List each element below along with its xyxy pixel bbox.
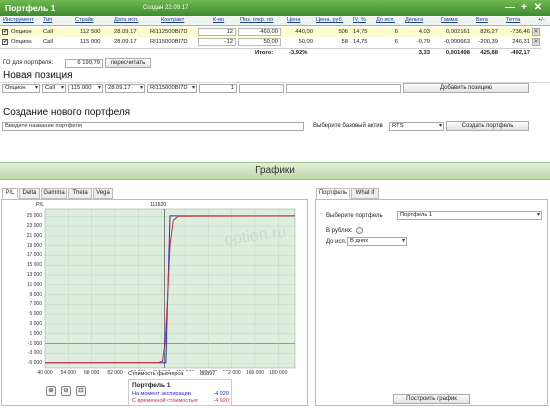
cell-price-rub: 58 bbox=[341, 39, 348, 45]
totals-vega: 425,88 bbox=[480, 50, 498, 56]
zoom-reset-icon[interactable]: ⊡ bbox=[76, 386, 86, 396]
legend-series-1: На момент экспирации bbox=[132, 391, 191, 397]
cell-gamma: -0,000663 bbox=[443, 39, 470, 45]
y-tick-label: 11 000 bbox=[27, 281, 42, 288]
y-tick-label: 5 000 bbox=[29, 311, 42, 318]
add-button[interactable]: + bbox=[518, 2, 530, 14]
col-price-rub[interactable]: Цена, руб. bbox=[316, 17, 344, 26]
legend-series-2: С временной стоимостью bbox=[132, 398, 198, 404]
rub-toggle[interactable] bbox=[356, 227, 363, 234]
cell-theta: 246,31 bbox=[512, 39, 530, 45]
expand-toggle[interactable]: +/- bbox=[538, 17, 545, 26]
y-tick-label: 21 000 bbox=[26, 232, 42, 239]
cell-delta: 4,03 bbox=[418, 29, 430, 35]
portfolio-select-label: Выберите портфель bbox=[326, 213, 383, 219]
tab-what-if[interactable]: What if bbox=[351, 188, 379, 199]
cell-days: 6 bbox=[394, 29, 398, 35]
delete-row-icon[interactable]: ✕ bbox=[532, 38, 540, 46]
base-asset-select[interactable]: RTS bbox=[389, 122, 444, 131]
col-theta[interactable]: Тетта bbox=[506, 17, 521, 26]
close-button[interactable]: ✕ bbox=[532, 2, 544, 14]
cell-vega: 826,27 bbox=[480, 29, 498, 35]
y-tick-label: -5 000 bbox=[27, 360, 42, 367]
x-tick-label: 166 000 bbox=[245, 370, 265, 376]
y-tick-label: 1 000 bbox=[29, 330, 42, 337]
cell-days: 6 bbox=[394, 39, 398, 45]
legend-value-2: -4 920 bbox=[213, 398, 229, 404]
y-tick-label: -3 000 bbox=[27, 350, 42, 357]
col-days[interactable]: До исп. bbox=[376, 17, 396, 26]
zoom-out-icon[interactable]: ⊖ bbox=[61, 386, 71, 396]
y-tick-label: 19 000 bbox=[26, 242, 42, 249]
portfolio-select[interactable]: Портфель 1 bbox=[397, 211, 542, 220]
cell-delta: -0,70 bbox=[416, 39, 430, 45]
cell-iv: 14,75 bbox=[353, 29, 368, 35]
cell-vega: -200,39 bbox=[478, 39, 498, 45]
x-tick-label: 40 000 bbox=[37, 370, 53, 376]
totals-delta: 3,33 bbox=[418, 50, 430, 56]
legend-value-1: -4 920 bbox=[213, 391, 229, 397]
col-vega[interactable]: Вега bbox=[476, 17, 488, 26]
rub-label: В рублях: bbox=[326, 228, 353, 234]
x-tick-label: 54 000 bbox=[60, 370, 76, 376]
pl-chart[interactable]: option.ru bbox=[0, 0, 310, 408]
chart-legend: Портфель 1 На момент экспирации -4 920 С… bbox=[128, 379, 232, 406]
y-tick-label: 25 000 bbox=[26, 213, 42, 220]
tab-portfolio[interactable]: Портфель bbox=[316, 188, 350, 199]
cell-theta: -736,46 bbox=[510, 29, 530, 35]
build-chart-button[interactable]: Построить график bbox=[393, 394, 470, 404]
create-portfolio-button[interactable]: Создать портфель bbox=[446, 121, 529, 131]
y-tick-label: 23 000 bbox=[26, 223, 42, 230]
col-iv[interactable]: IV, % bbox=[353, 17, 366, 26]
x-tick-label: 68 000 bbox=[84, 370, 100, 376]
x-tick-label: 82 000 bbox=[107, 370, 123, 376]
x-tick-label: 180 000 bbox=[269, 370, 288, 376]
cell-price-rub: 506 bbox=[338, 29, 348, 35]
delete-row-icon[interactable]: ✕ bbox=[532, 28, 540, 36]
col-gamma[interactable]: Гамма bbox=[441, 17, 458, 26]
y-tick-label: -1 000 bbox=[27, 340, 42, 347]
current-price: 86897 bbox=[200, 371, 216, 377]
col-delta[interactable]: Дельта bbox=[405, 17, 424, 26]
minimize-button[interactable]: — bbox=[504, 2, 516, 14]
until-label: До исп.: bbox=[326, 239, 349, 245]
legend-title: Портфель 1 bbox=[132, 382, 171, 389]
y-tick-label: 17 000 bbox=[26, 252, 42, 259]
cell-gamma: 0,002161 bbox=[445, 29, 470, 35]
zoom-in-icon[interactable]: ⊕ bbox=[46, 386, 56, 396]
y-tick-label: 3 000 bbox=[29, 320, 42, 327]
cell-iv: 14,75 bbox=[353, 39, 368, 45]
y-tick-label: 15 000 bbox=[26, 262, 42, 269]
y-tick-label: 7 000 bbox=[29, 301, 42, 308]
add-position-button[interactable]: Добавить позицию bbox=[403, 83, 529, 93]
until-select[interactable]: В днях bbox=[347, 237, 407, 246]
totals-gamma: 0,001498 bbox=[445, 50, 470, 56]
y-tick-label: 13 000 bbox=[26, 272, 42, 279]
totals-theta: -492,17 bbox=[510, 50, 530, 56]
base-asset-label: Выберите базовый актив bbox=[313, 123, 383, 129]
y-tick-label: 9 000 bbox=[29, 291, 42, 298]
